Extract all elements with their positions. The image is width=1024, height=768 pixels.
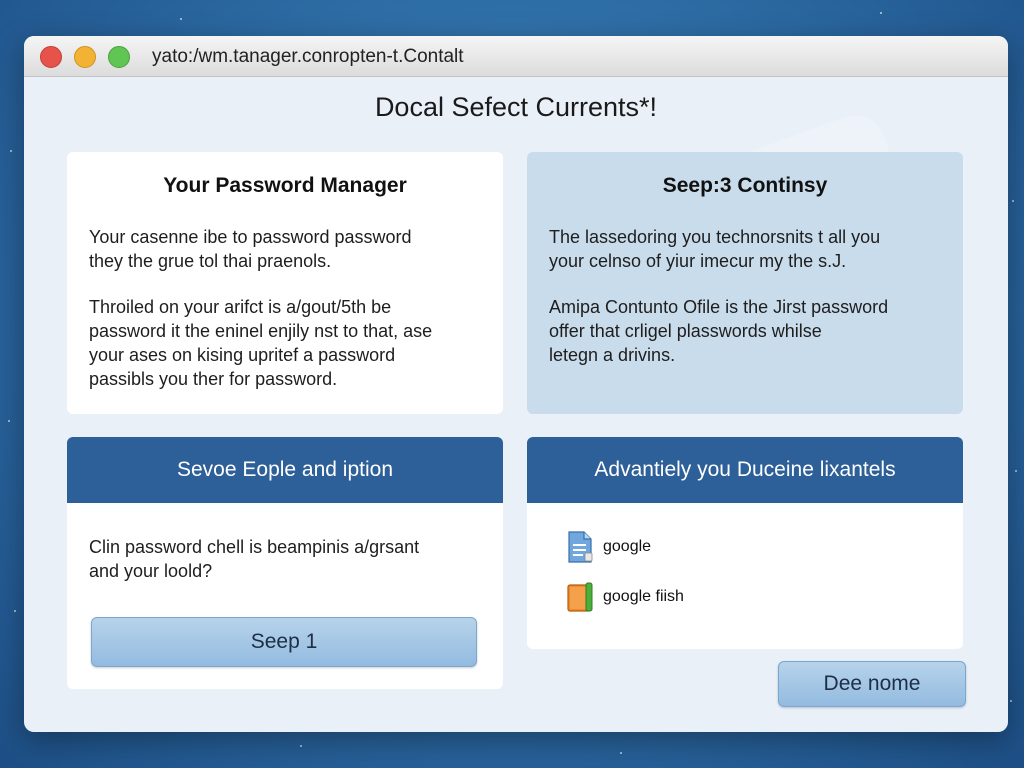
text-line: offer that crligel plasswords whilse <box>549 321 822 341</box>
card-paragraph: Clin password chell is beampinis a/grsan… <box>89 535 489 583</box>
card-title: Your Password Manager <box>163 174 407 197</box>
page-title: Docal Sefect Currents*! <box>374 92 658 122</box>
card-paragraph: Amipa Contunto Ofile is the Jirst passwo… <box>549 295 949 367</box>
text-line: password it the eninel enjily nst to tha… <box>89 321 433 341</box>
text-line: your celnso of yiur imecur my the s.J. <box>549 251 847 271</box>
card-paragraph: The lassedoring you technorsnits t all y… <box>549 225 949 273</box>
close-window-button[interactable] <box>40 46 62 68</box>
text-line: Throiled on your arifct is a/gout/5th be <box>89 297 392 317</box>
list-item[interactable]: google <box>567 531 651 563</box>
text-line: Clin password chell is beampinis a/grsan… <box>89 537 420 557</box>
password-manager-card: Your Password Manager Your casenne ibe t… <box>67 152 503 414</box>
card-header: Advantiely you Duceine lixantels <box>527 437 963 503</box>
options-card: Sevoe Eople and iption Clin password che… <box>67 437 503 689</box>
continuity-card: Seep:3 Continsy The lassedoring you tech… <box>527 152 963 414</box>
folder-icon <box>567 582 593 612</box>
text-line: your ases on kising upritef a password <box>89 345 396 365</box>
maximize-window-button[interactable] <box>108 46 130 68</box>
card-title: Seep:3 Continsy <box>662 174 828 197</box>
list-item-label: google fiish <box>603 588 684 605</box>
text-line: Amipa Contunto Ofile is the Jirst passwo… <box>549 297 889 317</box>
text-line: passibls you ther for password. <box>89 369 338 389</box>
address-text[interactable]: yato:/wm.tanager.conropten-t.Contalt <box>152 46 464 68</box>
app-window: yato:/wm.tanager.conropten-t.Contalt Doc… <box>24 36 1008 732</box>
card-header: Sevoe Eople and iption <box>67 437 503 503</box>
minimize-window-button[interactable] <box>74 46 96 68</box>
advantages-card: Advantiely you Duceine lixantels google … <box>527 437 963 649</box>
text-line: they the grue tol thai praenols. <box>89 251 332 271</box>
list-item[interactable]: google fiish <box>567 581 684 613</box>
list-item-label: google <box>603 538 652 555</box>
text-line: letegn a drivins. <box>549 345 676 365</box>
text-line: and your loold? <box>89 561 213 581</box>
card-paragraph: Your casenne ibe to password password th… <box>89 225 489 273</box>
text-line: The lassedoring you technorsnits t all y… <box>549 227 881 247</box>
card-paragraph: Throiled on your arifct is a/gout/5th be… <box>89 295 489 391</box>
done-button[interactable]: Dee nome <box>778 661 966 707</box>
title-bar: yato:/wm.tanager.conropten-t.Contalt <box>24 36 1008 77</box>
document-icon <box>568 531 593 563</box>
text-line: Your casenne ibe to password password <box>89 227 412 247</box>
step-1-button[interactable]: Seep 1 <box>91 617 477 667</box>
